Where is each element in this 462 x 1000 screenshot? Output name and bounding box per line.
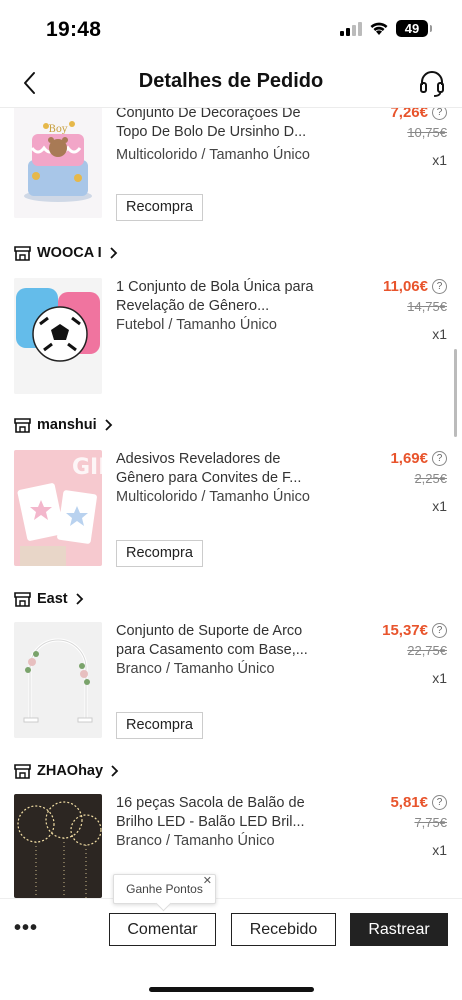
- svg-text:Boy: Boy: [48, 124, 67, 135]
- product-price: 15,37€: [382, 622, 428, 639]
- rebuy-button[interactable]: Recompra: [116, 540, 203, 567]
- chevron-right-icon: [76, 593, 83, 605]
- product-quantity: x1: [432, 326, 447, 342]
- product-quantity: x1: [432, 670, 447, 686]
- product-image-led-balloons[interactable]: [14, 794, 102, 898]
- original-price: 10,75€: [407, 125, 447, 140]
- store-icon: [14, 417, 31, 433]
- original-price: 2,25€: [414, 471, 447, 486]
- status-time: 19:48: [46, 18, 102, 41]
- points-tooltip: Ganhe Pontos ✕: [113, 874, 216, 904]
- store-header[interactable]: manshui: [14, 414, 113, 436]
- store-header[interactable]: East: [14, 588, 84, 610]
- svg-text:GIR: GIR: [72, 455, 102, 480]
- product-image-wedding-arch[interactable]: [14, 622, 102, 738]
- tooltip-text: Ganhe Pontos: [126, 882, 203, 896]
- battery-icon: 49: [396, 20, 432, 37]
- order-item[interactable]: 16 peças Sacola de Balão de Brilho LED -…: [0, 794, 462, 898]
- nav-bar: Detalhes de Pedido: [0, 58, 462, 108]
- product-variant: Multicolorido / Tamanho Único: [116, 489, 310, 505]
- track-button[interactable]: Rastrear: [350, 913, 448, 946]
- original-price: 14,75€: [407, 299, 447, 314]
- price-info-icon[interactable]: ?: [432, 279, 447, 294]
- store-name: manshui: [37, 417, 97, 433]
- product-image-cake-topper[interactable]: Boy: [14, 108, 102, 218]
- product-image-gender-stickers[interactable]: GIR: [14, 450, 102, 566]
- product-quantity: x1: [432, 498, 447, 514]
- signal-icon: [340, 21, 362, 36]
- original-price: 22,75€: [407, 643, 447, 658]
- status-icons: 49: [340, 20, 432, 37]
- product-variant: Branco / Tamanho Único: [116, 661, 275, 677]
- order-items-list[interactable]: Boy Conjunto De Decorações De Topo De Bo…: [0, 108, 462, 898]
- product-title[interactable]: 1 Conjunto de Bola Única para Revelação …: [116, 278, 321, 316]
- chevron-right-icon: [110, 247, 117, 259]
- store-icon: [14, 245, 31, 261]
- product-title[interactable]: 16 peças Sacola de Balão de Brilho LED -…: [116, 794, 321, 832]
- store-icon: [14, 763, 31, 779]
- price-info-icon[interactable]: ?: [432, 623, 447, 638]
- received-button[interactable]: Recebido: [231, 913, 336, 946]
- order-item[interactable]: Boy Conjunto De Decorações De Topo De Bo…: [0, 108, 462, 224]
- product-title[interactable]: Conjunto de Suporte de Arco para Casamen…: [116, 622, 321, 660]
- chevron-right-icon: [111, 765, 119, 777]
- bottom-action-bar: ••• Comentar Recebido Rastrear: [0, 898, 462, 1000]
- more-options-icon[interactable]: •••: [14, 917, 38, 940]
- product-variant: Futebol / Tamanho Único: [116, 317, 277, 333]
- store-header[interactable]: WOOCA I: [14, 242, 118, 264]
- headset-icon[interactable]: [418, 68, 446, 98]
- price-info-icon[interactable]: ?: [432, 108, 447, 120]
- store-name: ZHAOhay: [37, 763, 104, 779]
- close-icon[interactable]: ✕: [203, 874, 212, 887]
- store-icon: [14, 591, 31, 607]
- store-header[interactable]: ZHAOhay: [14, 760, 119, 782]
- product-image-soccer-ball[interactable]: [14, 278, 102, 394]
- rebuy-button[interactable]: Recompra: [116, 194, 203, 221]
- status-bar: 19:48 49: [0, 0, 462, 58]
- comment-button[interactable]: Comentar: [109, 913, 216, 946]
- wifi-icon: [370, 22, 388, 35]
- rebuy-button[interactable]: Recompra: [116, 712, 203, 739]
- product-price: 7,26€: [390, 108, 428, 121]
- product-variant: Multicolorido / Tamanho Único: [116, 147, 310, 163]
- store-name: WOOCA I: [37, 245, 102, 261]
- order-item[interactable]: 1 Conjunto de Bola Única para Revelação …: [0, 278, 462, 398]
- page-title: Detalhes de Pedido: [138, 70, 324, 92]
- home-indicator: [149, 987, 314, 992]
- price-info-icon[interactable]: ?: [432, 451, 447, 466]
- product-variant: Branco / Tamanho Único: [116, 833, 275, 849]
- original-price: 7,75€: [414, 815, 447, 830]
- scrollbar[interactable]: [454, 349, 457, 437]
- store-name: East: [37, 591, 68, 607]
- product-quantity: x1: [432, 152, 447, 168]
- chevron-right-icon: [104, 419, 112, 431]
- product-title[interactable]: Adesivos Reveladores de Gênero para Conv…: [116, 450, 321, 488]
- product-price: 11,06€: [382, 278, 428, 295]
- price-info-icon[interactable]: ?: [432, 795, 447, 810]
- order-item[interactable]: Conjunto de Suporte de Arco para Casamen…: [0, 622, 462, 742]
- order-item[interactable]: GIR Adesivos Reveladores de Gênero para …: [0, 450, 462, 570]
- product-title[interactable]: Conjunto De Decorações De Topo De Bolo D…: [116, 108, 321, 142]
- product-price: 1,69€: [390, 450, 428, 467]
- product-quantity: x1: [432, 842, 447, 858]
- product-price: 5,81€: [390, 794, 428, 811]
